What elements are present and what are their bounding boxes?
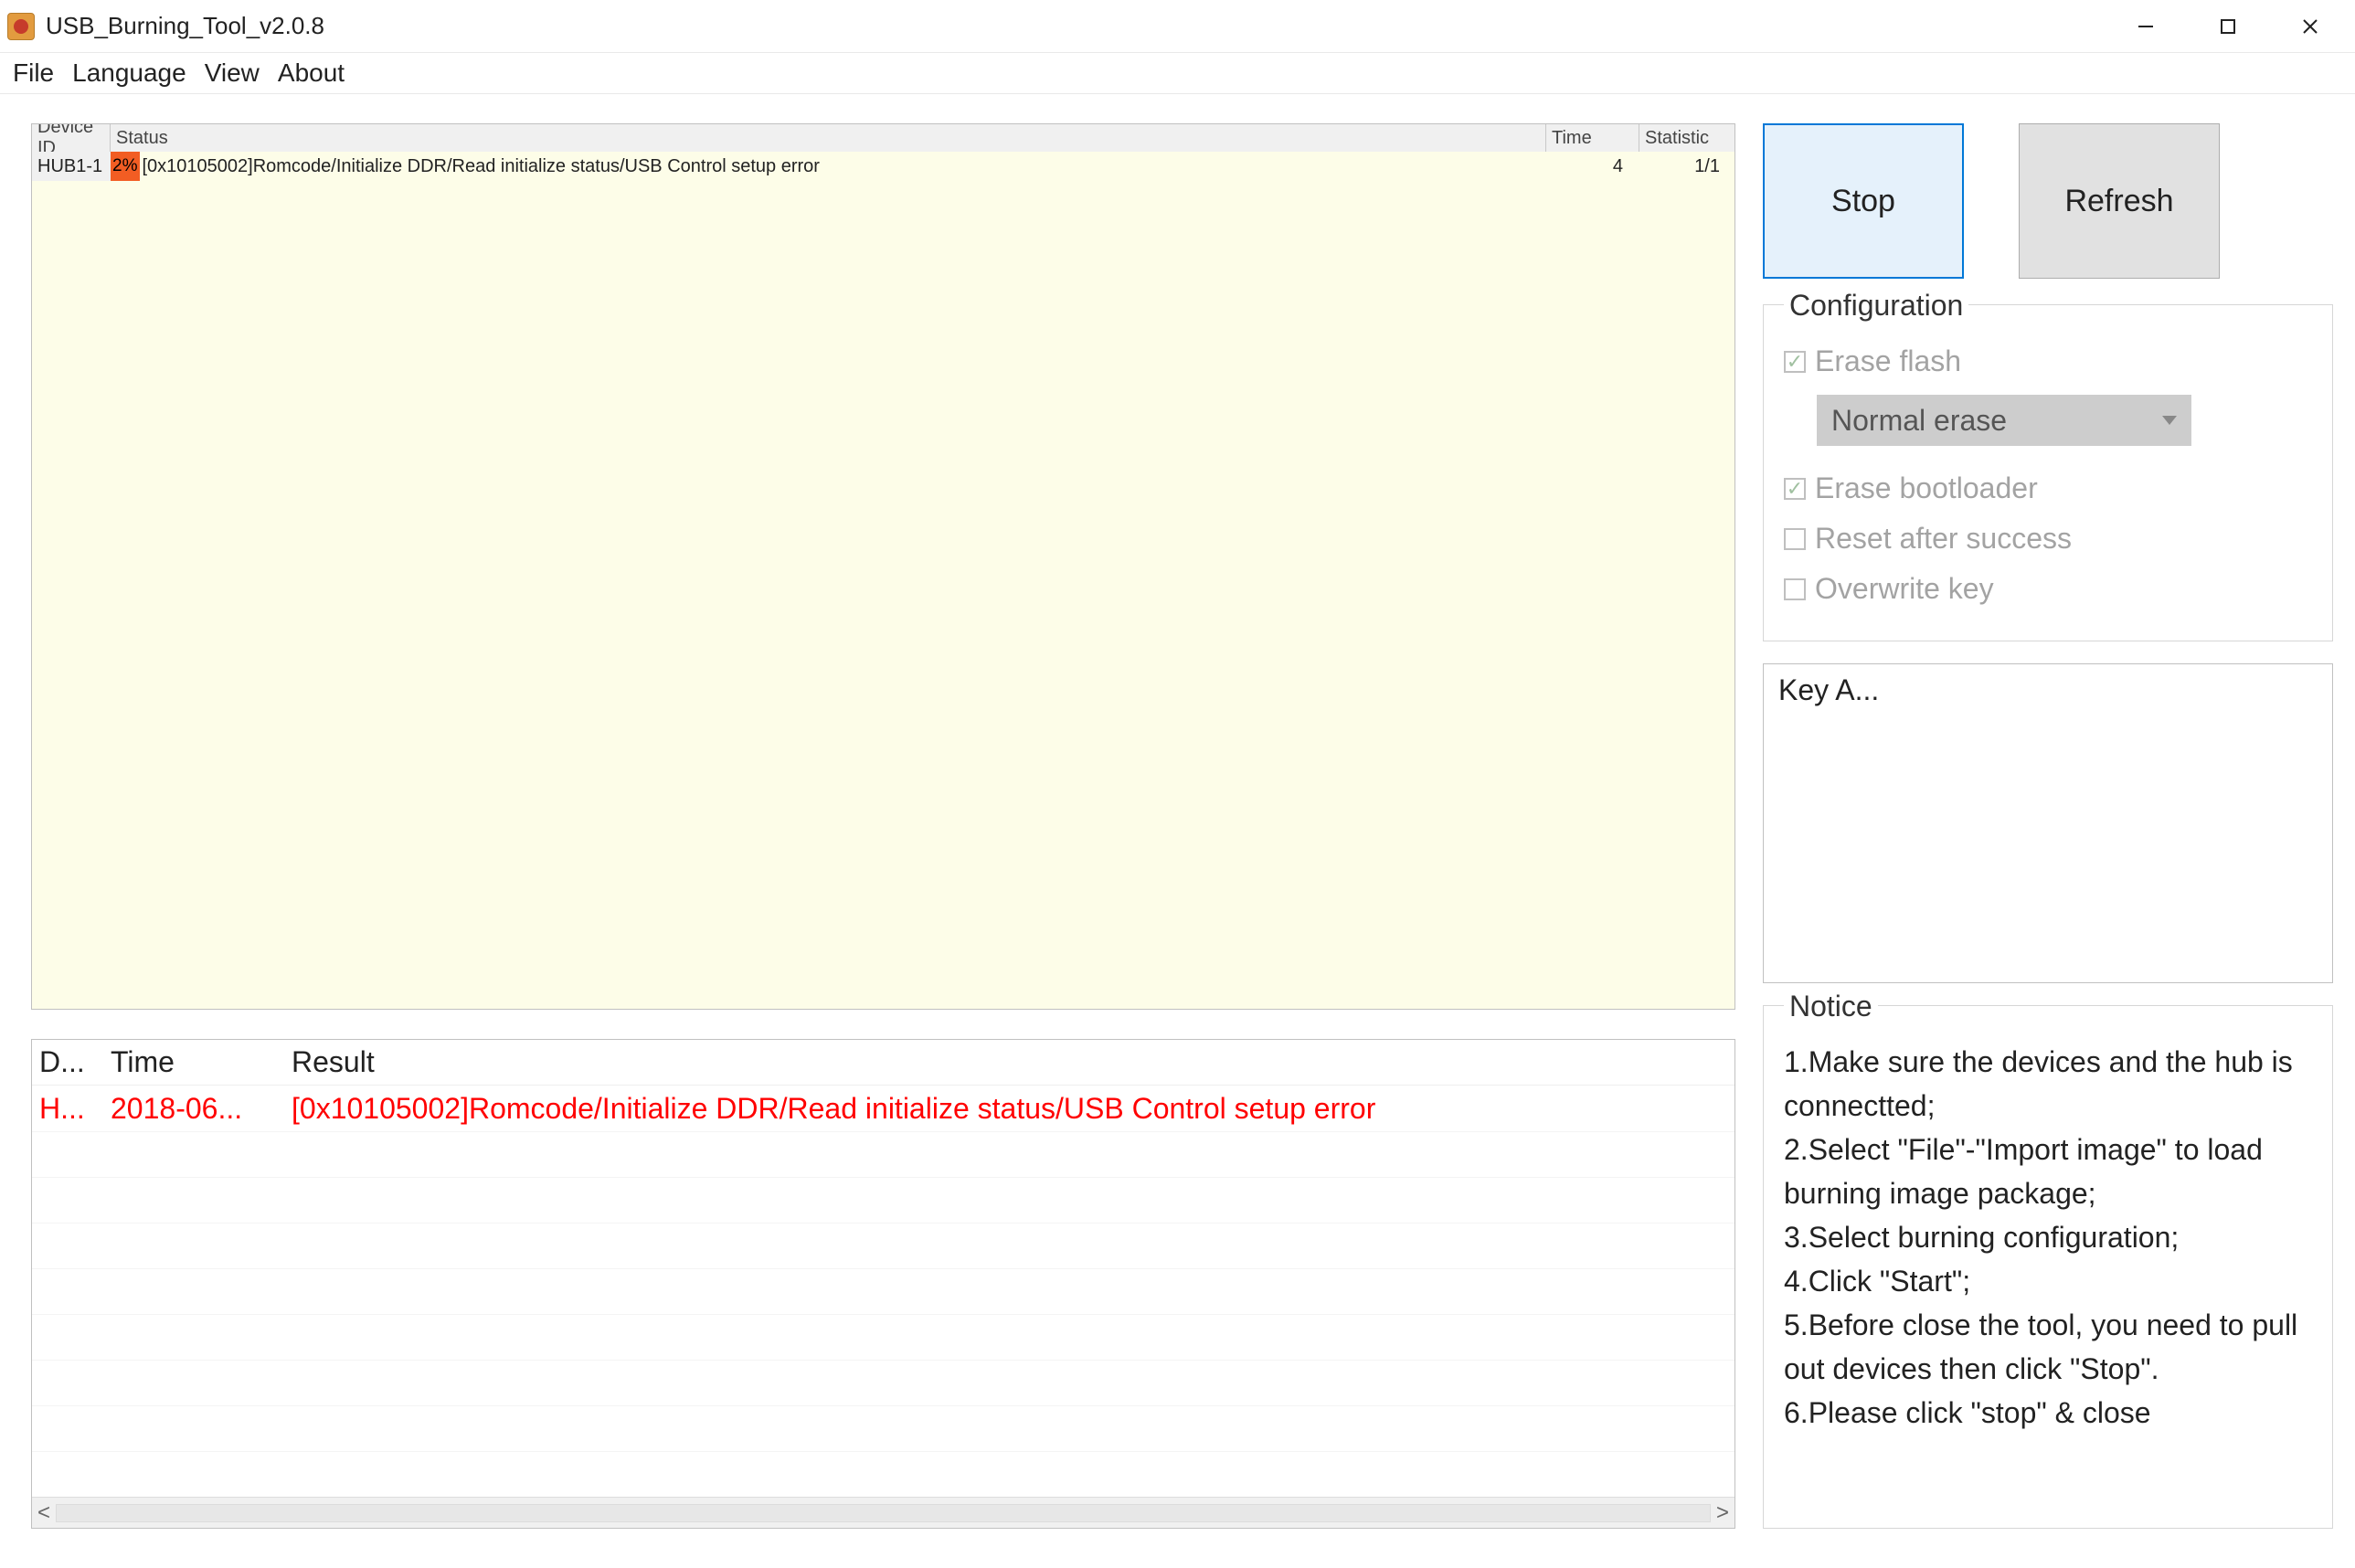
log-col-result[interactable]: Result: [284, 1042, 1734, 1083]
titlebar: USB_Burning_Tool_v2.0.8: [0, 0, 2355, 53]
notice-line: 3.Select burning configuration;: [1784, 1215, 2312, 1259]
menu-about[interactable]: About: [271, 57, 352, 90]
cell-device-id: HUB1-1: [32, 152, 111, 181]
erase-flash-option[interactable]: Erase flash: [1784, 344, 2312, 378]
col-header-time[interactable]: Time: [1546, 124, 1639, 152]
scrollbar-track[interactable]: [56, 1504, 1711, 1522]
app-icon: [7, 13, 35, 40]
log-col-d[interactable]: D...: [32, 1042, 103, 1083]
notice-body: 1.Make sure the devices and the hub is c…: [1784, 1040, 2312, 1435]
erase-mode-select[interactable]: Normal erase: [1817, 395, 2191, 446]
erase-flash-checkbox[interactable]: [1784, 351, 1806, 373]
reset-after-checkbox[interactable]: [1784, 528, 1806, 550]
erase-flash-label: Erase flash: [1815, 344, 1961, 378]
erase-bootloader-option[interactable]: Erase bootloader: [1784, 471, 2312, 505]
menu-view[interactable]: View: [197, 57, 267, 90]
notice-title: Notice: [1784, 990, 1878, 1023]
stop-button[interactable]: Stop: [1763, 123, 1964, 279]
cell-status: 2% [0x10105002]Romcode/Initialize DDR/Re…: [111, 152, 1546, 181]
menu-language[interactable]: Language: [65, 57, 194, 90]
menubar: File Language View About: [0, 53, 2355, 94]
log-table-header: D... Time Result: [32, 1040, 1734, 1086]
close-button[interactable]: [2269, 4, 2351, 49]
notice-line: 2.Select "File"-"Import image" to load b…: [1784, 1128, 2312, 1215]
log-table: D... Time Result H... 2018-06... [0x1010…: [31, 1039, 1735, 1529]
horizontal-scrollbar[interactable]: < >: [32, 1497, 1734, 1528]
log-cell-d: H...: [32, 1088, 103, 1129]
scroll-right-icon[interactable]: >: [1716, 1500, 1729, 1526]
overwrite-key-label: Overwrite key: [1815, 572, 1994, 606]
key-area[interactable]: Key A...: [1763, 663, 2333, 983]
scroll-left-icon[interactable]: <: [37, 1500, 50, 1526]
log-cell-time: 2018-06...: [103, 1088, 284, 1129]
progress-badge: 2%: [111, 152, 140, 181]
window-controls: [2105, 4, 2351, 49]
status-text: [0x10105002]Romcode/Initialize DDR/Read …: [140, 156, 819, 177]
notice-line: 1.Make sure the devices and the hub is c…: [1784, 1040, 2312, 1128]
log-row[interactable]: H... 2018-06... [0x10105002]Romcode/Init…: [32, 1086, 1734, 1131]
reset-after-option[interactable]: Reset after success: [1784, 522, 2312, 556]
col-header-device[interactable]: Device ID: [32, 124, 111, 152]
col-header-stat[interactable]: Statistic: [1639, 124, 1734, 152]
action-buttons: Stop Refresh: [1763, 123, 2333, 279]
minimize-button[interactable]: [2105, 4, 2187, 49]
refresh-button[interactable]: Refresh: [2019, 123, 2220, 279]
col-header-status[interactable]: Status: [111, 124, 1546, 152]
overwrite-key-option[interactable]: Overwrite key: [1784, 572, 2312, 606]
notice-line: 6.Please click "stop" & close: [1784, 1391, 2312, 1435]
erase-bootloader-checkbox[interactable]: [1784, 478, 1806, 500]
notice-panel: Notice 1.Make sure the devices and the h…: [1763, 1005, 2333, 1529]
menu-file[interactable]: File: [5, 57, 61, 90]
maximize-button[interactable]: [2187, 4, 2269, 49]
device-row[interactable]: HUB1-1 2% [0x10105002]Romcode/Initialize…: [32, 152, 1734, 181]
configuration-panel: Configuration Erase flash Normal erase E…: [1763, 304, 2333, 641]
log-cell-result: [0x10105002]Romcode/Initialize DDR/Read …: [284, 1088, 1734, 1129]
cell-time: 4: [1546, 152, 1639, 181]
device-table-header: Device ID Status Time Statistic: [32, 124, 1734, 152]
overwrite-key-checkbox[interactable]: [1784, 578, 1806, 600]
reset-after-label: Reset after success: [1815, 522, 2072, 556]
key-area-label: Key A...: [1778, 673, 1879, 706]
log-col-time[interactable]: Time: [103, 1042, 284, 1083]
device-table: Device ID Status Time Statistic HUB1-1 2…: [31, 123, 1735, 1010]
window-title: USB_Burning_Tool_v2.0.8: [46, 12, 2105, 40]
erase-bootloader-label: Erase bootloader: [1815, 471, 2038, 505]
notice-line: 5.Before close the tool, you need to pul…: [1784, 1303, 2312, 1391]
notice-line: 4.Click "Start";: [1784, 1259, 2312, 1303]
log-empty-rows: [32, 1131, 1734, 1497]
configuration-title: Configuration: [1784, 289, 1968, 323]
cell-statistic: 1/1: [1639, 152, 1734, 181]
